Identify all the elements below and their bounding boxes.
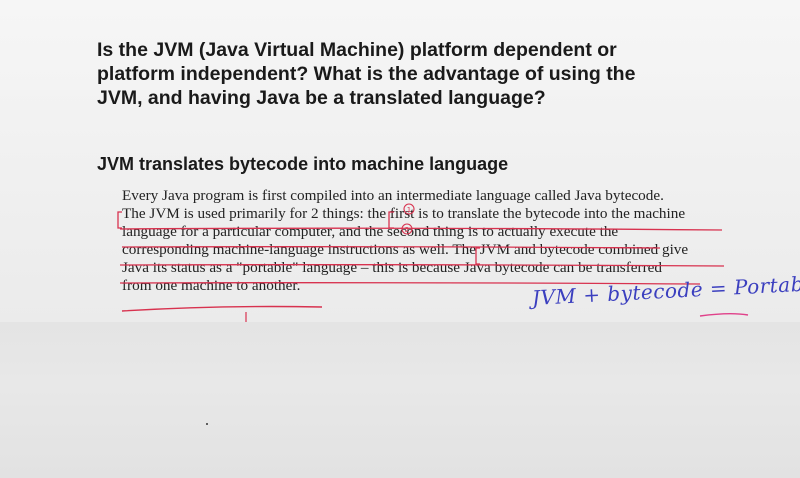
paragraph-line-6: from one machine to another.: [122, 277, 301, 294]
paragraph-line-4: corresponding machine-language instructi…: [122, 241, 689, 258]
photo-stage: Is the JVM (Java Virtual Machine) platfo…: [0, 0, 800, 478]
paragraph-line-2: The JVM is used primarily for 2 things: …: [122, 205, 686, 222]
paragraph-line-1: Every Java program is first compiled int…: [122, 187, 664, 204]
paragraph-line-3: language for a particular computer, and …: [122, 223, 619, 240]
lower-paper-sheet: [0, 322, 800, 478]
paper-sheet: Is the JVM (Java Virtual Machine) platfo…: [0, 0, 800, 322]
speck-mark: [206, 423, 208, 425]
paragraph-line-5: Java its status as a "portable" language…: [122, 259, 662, 276]
question-text: Is the JVM (Java Virtual Machine) platfo…: [97, 39, 636, 109]
answer-heading: JVM translates bytecode into machine lan…: [97, 154, 509, 174]
